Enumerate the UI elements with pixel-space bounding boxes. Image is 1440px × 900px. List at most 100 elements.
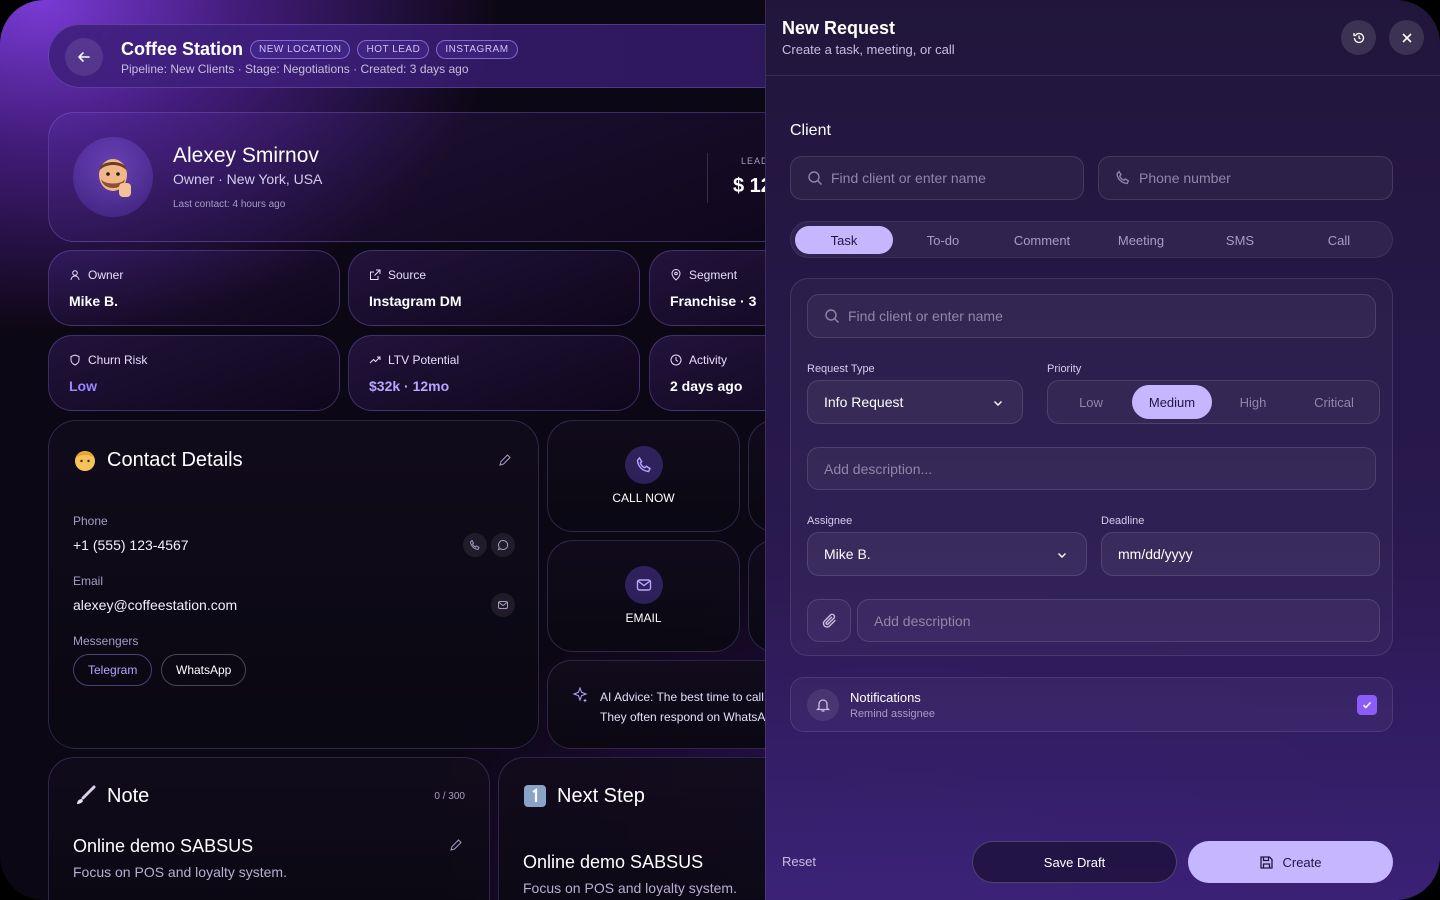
attach-button[interactable] bbox=[807, 599, 851, 642]
contact-role: Owner · New York, USA bbox=[173, 171, 323, 187]
edit-pencil-icon[interactable] bbox=[449, 838, 463, 852]
priority-critical[interactable]: Critical bbox=[1294, 385, 1374, 419]
search-icon bbox=[808, 171, 822, 185]
task-client-search-input[interactable]: Find client or enter name bbox=[807, 294, 1376, 338]
stat-label: Owner bbox=[88, 268, 124, 282]
edit-pencil-icon[interactable] bbox=[498, 453, 512, 467]
button-label: Save Draft bbox=[1043, 854, 1106, 870]
checkmark-icon bbox=[1362, 701, 1372, 709]
save-draft-button[interactable]: Save Draft bbox=[972, 841, 1177, 883]
history-button[interactable] bbox=[1341, 20, 1376, 55]
tab-comment[interactable]: Comment bbox=[993, 226, 1091, 254]
card-title: Note bbox=[107, 784, 150, 807]
divider bbox=[766, 75, 1440, 76]
stat-value: Mike B. bbox=[69, 293, 119, 309]
sparkle-icon bbox=[572, 687, 588, 703]
phone-number-input[interactable]: Phone number bbox=[1098, 156, 1393, 200]
arrow-left-icon bbox=[78, 52, 90, 62]
create-button[interactable]: Create bbox=[1188, 841, 1393, 883]
task-form: Find client or enter name Request Type I… bbox=[790, 278, 1393, 656]
stat-segment: Segment Franchise · 3 bbox=[649, 250, 766, 326]
call-mini-button[interactable] bbox=[463, 533, 487, 557]
phone-value[interactable]: +1 (555) 123-4567 bbox=[73, 537, 189, 553]
close-button[interactable] bbox=[1389, 20, 1424, 55]
priority-low[interactable]: Low bbox=[1051, 385, 1131, 419]
tab-sms[interactable]: SMS bbox=[1191, 226, 1289, 254]
notifications-subtitle: Remind assignee bbox=[850, 708, 935, 720]
notifications-title: Notifications bbox=[850, 690, 921, 705]
person-emoji-icon bbox=[75, 451, 95, 471]
card-title: Next Step bbox=[557, 784, 645, 807]
messenger-chip-telegram[interactable]: Telegram bbox=[73, 654, 153, 686]
call-now-button[interactable]: CALL NOW bbox=[547, 420, 740, 532]
search-icon bbox=[825, 309, 839, 323]
client-search-input[interactable]: Find client or enter name bbox=[790, 156, 1084, 200]
call-now-label: CALL NOW bbox=[612, 491, 675, 505]
messenger-chip-whatsapp[interactable]: WhatsApp bbox=[161, 654, 247, 686]
ai-advice-card: AI Advice: The best time to call t They o… bbox=[547, 660, 766, 749]
stat-value: Instagram DM bbox=[369, 293, 462, 309]
action-card-partial[interactable] bbox=[748, 420, 766, 532]
lead-value: $ 12 bbox=[733, 175, 766, 197]
priority-high[interactable]: High bbox=[1213, 385, 1293, 419]
email-mini-button[interactable] bbox=[491, 593, 515, 617]
clock-icon bbox=[670, 354, 682, 366]
email-value[interactable]: alexey@coffeestation.com bbox=[73, 597, 237, 613]
message-mini-button[interactable] bbox=[491, 533, 515, 557]
advice-text: They often respond on WhatsAp bbox=[600, 710, 766, 724]
map-pin-icon bbox=[671, 269, 681, 281]
phone-icon bbox=[636, 456, 651, 473]
next-step-card: Next Step Online demo SABSUS Focus on PO… bbox=[498, 757, 766, 900]
tag-badge[interactable]: INSTAGRAM bbox=[436, 40, 518, 59]
lead-header: Coffee Station NEW LOCATION HOT LEAD INS… bbox=[48, 24, 766, 88]
note-heading: Online demo SABSUS bbox=[73, 836, 254, 856]
tab-call[interactable]: Call bbox=[1290, 226, 1388, 254]
description-input[interactable]: Add description... bbox=[807, 447, 1376, 490]
pipeline-info: Pipeline: New Clients · Stage: Negotiati… bbox=[121, 62, 469, 76]
tag-badge[interactable]: HOT LEAD bbox=[357, 40, 430, 59]
tag-list: NEW LOCATION HOT LEAD INSTAGRAM bbox=[250, 40, 518, 59]
attachment-description-input[interactable]: Add description bbox=[857, 599, 1380, 642]
panel-title: New Request bbox=[782, 18, 896, 38]
tab-meeting[interactable]: Meeting bbox=[1092, 226, 1190, 254]
user-icon bbox=[70, 270, 80, 281]
assignee-select[interactable]: Mike B. bbox=[807, 532, 1087, 576]
tab-todo[interactable]: To-do bbox=[894, 226, 992, 254]
assignee-label: Assignee bbox=[807, 515, 853, 527]
panel-subtitle: Create a task, meeting, or call bbox=[782, 42, 955, 57]
deadline-date-input[interactable]: mm/dd/yyyy bbox=[1101, 532, 1380, 576]
request-type-label: Request Type bbox=[807, 363, 875, 375]
mail-icon bbox=[498, 601, 508, 609]
profile-card: Alexey Smirnov Owner · New York, USA Las… bbox=[48, 112, 766, 242]
mail-icon bbox=[636, 579, 652, 591]
tab-task[interactable]: Task bbox=[795, 226, 893, 254]
notifications-checkbox[interactable] bbox=[1357, 695, 1377, 715]
tag-badge[interactable]: NEW LOCATION bbox=[250, 40, 351, 59]
history-icon bbox=[1352, 32, 1364, 43]
char-counter: 0 / 300 bbox=[434, 791, 465, 802]
note-card: Note 0 / 300 Online demo SABSUS Focus on… bbox=[48, 757, 490, 900]
email-button[interactable]: EMAIL bbox=[547, 540, 740, 652]
phone-icon bbox=[469, 539, 480, 551]
close-icon bbox=[1401, 32, 1412, 43]
request-type-select[interactable]: Info Request bbox=[807, 380, 1023, 424]
person-emoji-icon bbox=[99, 159, 131, 197]
lead-value-label: LEAD bbox=[741, 156, 766, 166]
client-section-label: Client bbox=[790, 122, 831, 139]
stat-churn-risk: Churn Risk Low bbox=[48, 335, 340, 411]
back-button[interactable] bbox=[65, 38, 103, 76]
next-step-heading: Online demo SABSUS bbox=[523, 852, 704, 872]
note-text: Focus on POS and loyalty system. bbox=[73, 864, 287, 880]
action-card-partial[interactable] bbox=[748, 540, 766, 652]
avatar[interactable] bbox=[73, 137, 153, 217]
trend-up-icon bbox=[369, 356, 381, 364]
reset-button[interactable]: Reset bbox=[782, 854, 816, 869]
chevron-down-icon bbox=[994, 401, 1002, 406]
stat-label: LTV Potential bbox=[388, 353, 460, 367]
stat-label: Churn Risk bbox=[88, 353, 148, 367]
input-placeholder: Add description... bbox=[824, 460, 933, 477]
last-contact: Last contact: 4 hours ago bbox=[173, 199, 286, 210]
email-label: EMAIL bbox=[625, 611, 662, 625]
phone-icon bbox=[1116, 170, 1130, 185]
priority-medium[interactable]: Medium bbox=[1132, 385, 1212, 419]
